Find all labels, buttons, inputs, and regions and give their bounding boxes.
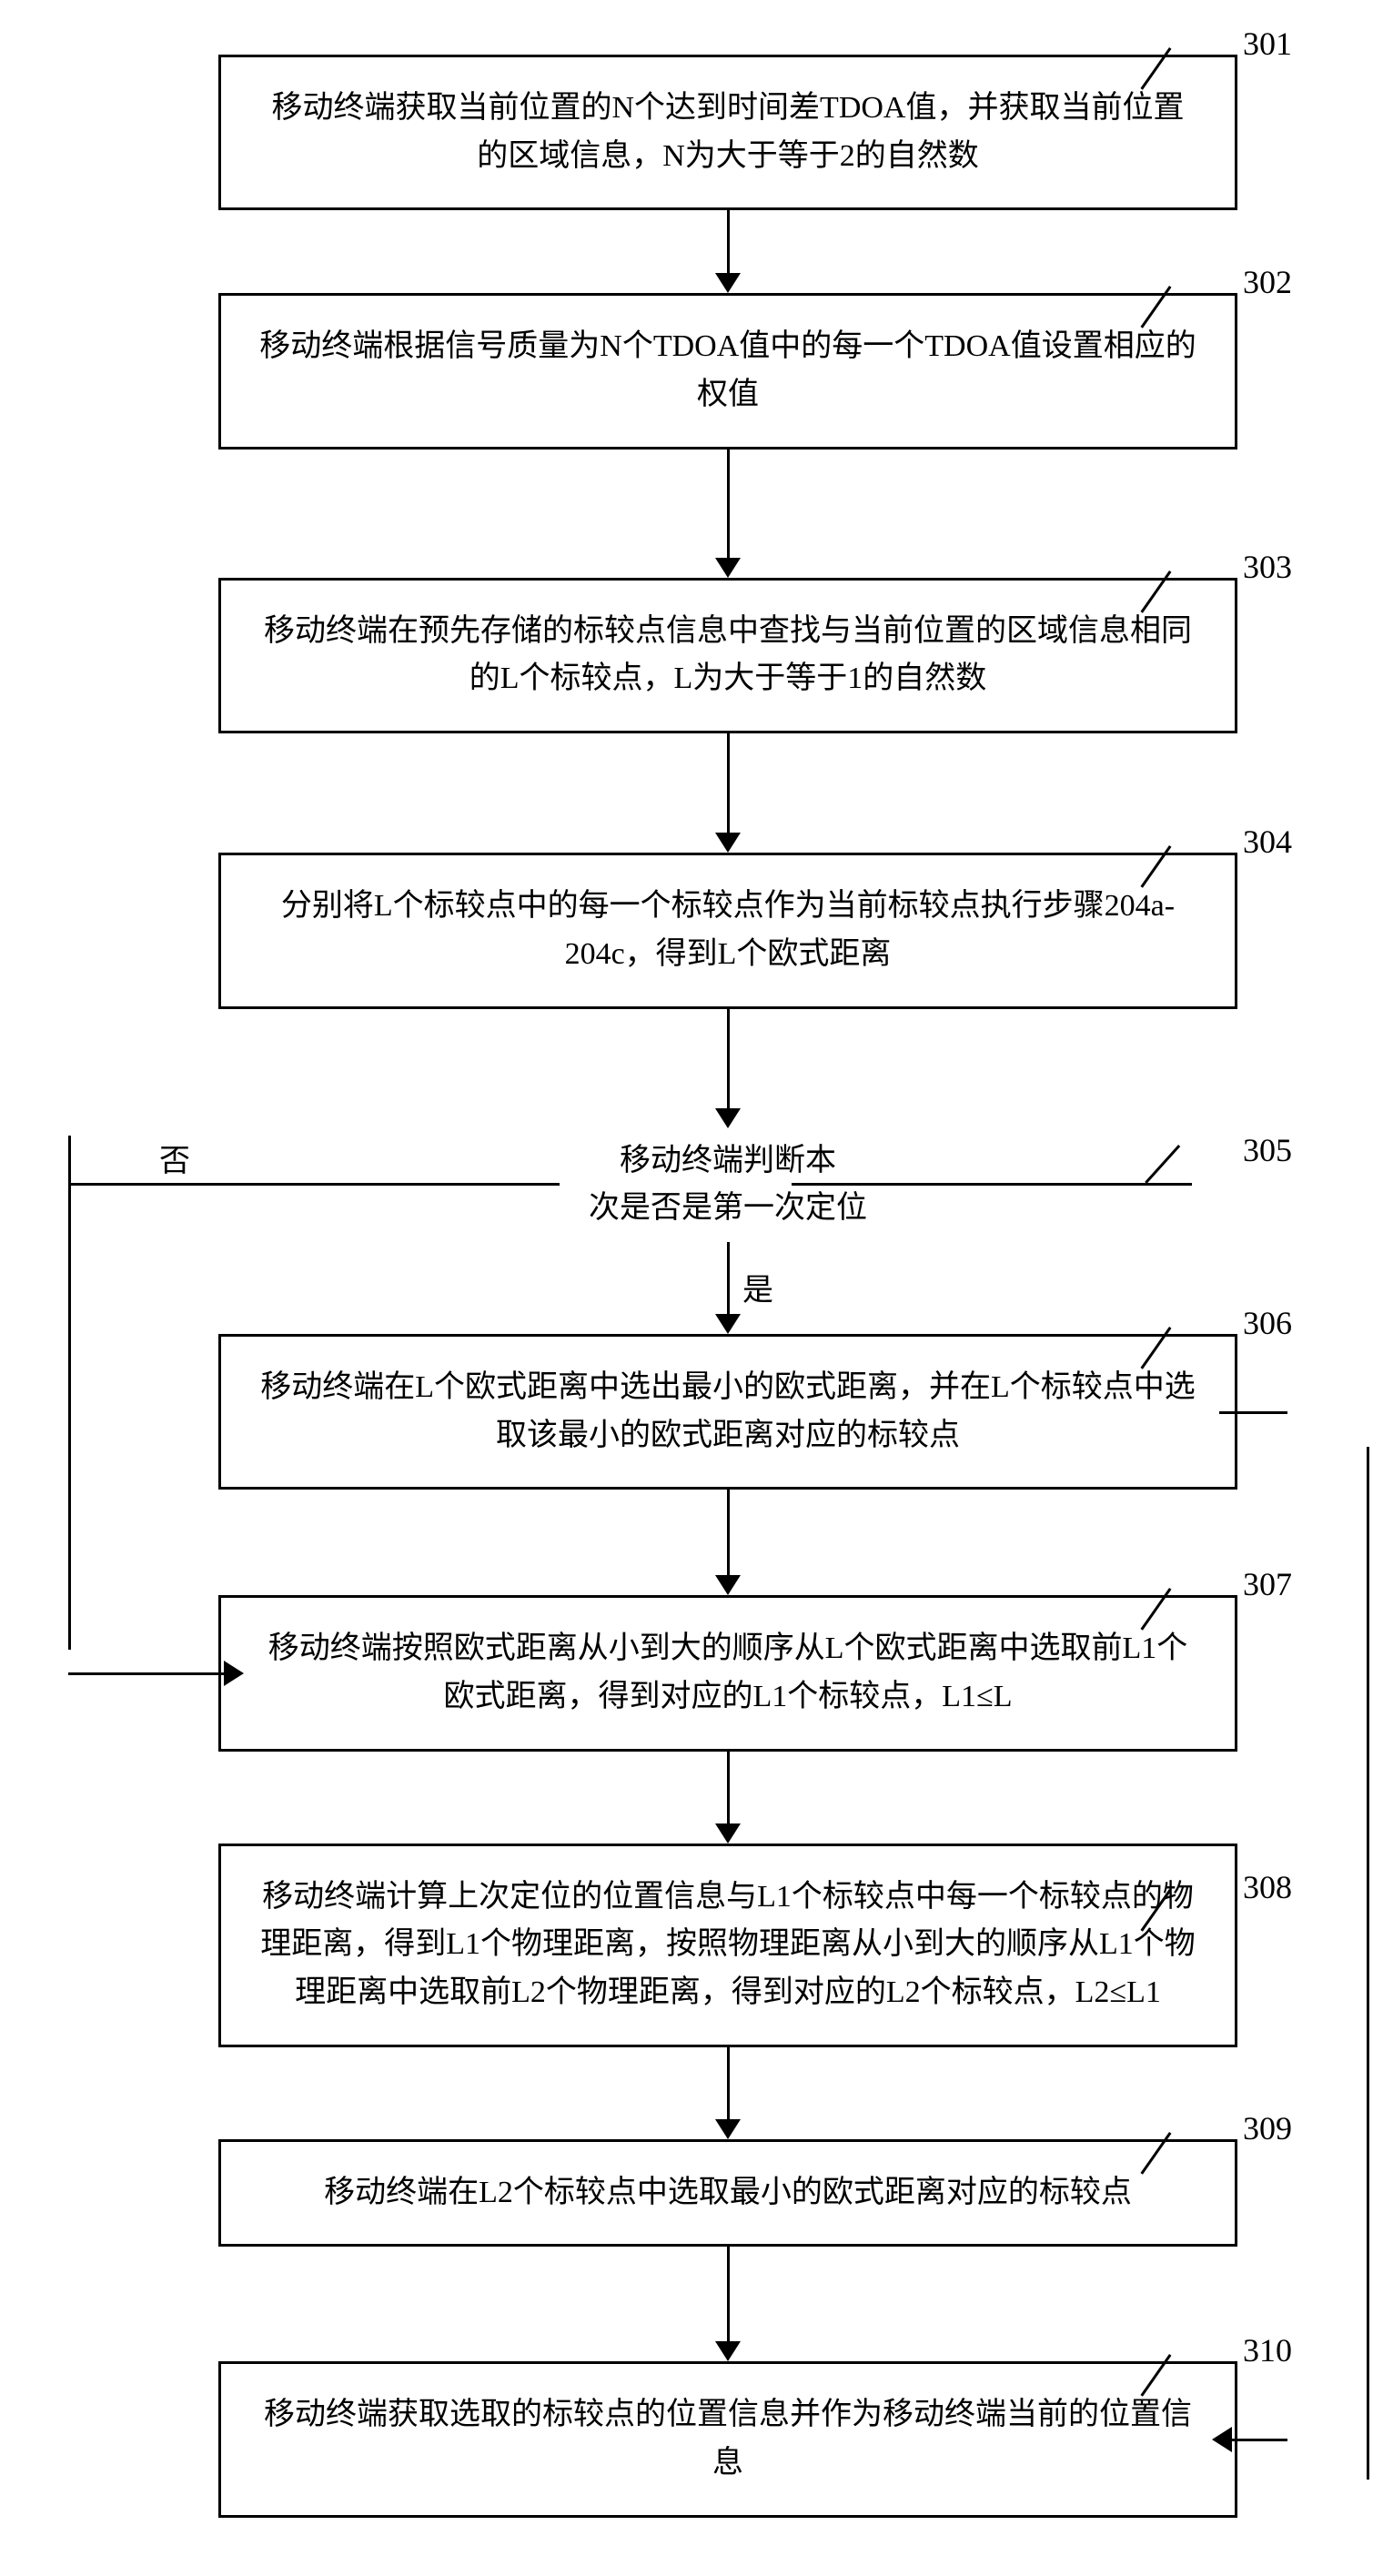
step-309-text: 移动终端在L2个标较点中选取最小的欧式距离对应的标较点	[324, 2176, 1132, 2209]
step-304-box: 分别将L个标较点中的每一个标较点作为当前标较点执行步骤204a-204c，得到L…	[218, 853, 1237, 1008]
step-302-num: 302	[1243, 266, 1292, 298]
step-303-text: 移动终端在预先存储的标较点信息中查找与当前位置的区域信息相同的L个标较点，L为大…	[264, 614, 1192, 696]
step-307-num: 307	[1243, 1568, 1292, 1601]
step-302: 移动终端根据信号质量为N个TDOA值中的每一个TDOA值设置相应的权值 302	[109, 293, 1347, 449]
step-310: 移动终端获取选取的标较点的位置信息并作为移动终端当前的位置信息 310	[109, 2361, 1347, 2517]
step-303-num: 303	[1243, 551, 1292, 583]
step-306-num: 306	[1243, 1307, 1292, 1339]
label-yes: 是	[742, 1265, 773, 1309]
branch-no-arrowhead	[224, 1661, 244, 1686]
arrow-306-307	[715, 1490, 741, 1595]
label-no: 否	[159, 1136, 190, 1180]
branch-no-v	[68, 1136, 71, 1650]
flowchart: 移动终端获取当前位置的N个达到时间差TDOA值，并获取当前位置的区域信息，N为大…	[109, 55, 1347, 2518]
step-307-box: 移动终端按照欧式距离从小到大的顺序从L个欧式距离中选取前L1个欧式距离，得到对应…	[218, 1595, 1237, 1751]
arrow-309-310	[715, 2247, 741, 2361]
arrow-301-302	[715, 210, 741, 293]
step-305-line1: 移动终端判断本	[589, 1137, 867, 1186]
step-301-text: 移动终端获取当前位置的N个达到时间差TDOA值，并获取当前位置的区域信息，N为大…	[272, 91, 1185, 173]
arrow-305-306: 是	[715, 1242, 741, 1334]
step-305-line2: 次是否是第一次定位	[589, 1185, 867, 1233]
step-304-num: 304	[1243, 825, 1292, 858]
return-310-arrowhead	[1212, 2427, 1232, 2452]
step-309: 移动终端在L2个标较点中选取最小的欧式距离对应的标较点 309	[109, 2139, 1347, 2248]
arrow-302-303	[715, 450, 741, 578]
arrow-307-308	[715, 1752, 741, 1844]
step-305-num: 305	[1243, 1134, 1292, 1167]
step-304-text: 分别将L个标较点中的每一个标较点作为当前标较点执行步骤204a-204c，得到L…	[281, 889, 1175, 971]
step-303-box: 移动终端在预先存储的标较点信息中查找与当前位置的区域信息相同的L个标较点，L为大…	[218, 578, 1237, 733]
branch-no-h1	[68, 1183, 560, 1186]
step-303: 移动终端在预先存储的标较点信息中查找与当前位置的区域信息相同的L个标较点，L为大…	[109, 578, 1347, 733]
step-310-text: 移动终端获取选取的标较点的位置信息并作为移动终端当前的位置信息	[264, 2398, 1192, 2480]
step-309-num: 309	[1243, 2112, 1292, 2145]
step-308-num: 308	[1243, 1871, 1292, 1904]
step-302-text: 移动终端根据信号质量为N个TDOA值中的每一个TDOA值设置相应的权值	[259, 329, 1196, 411]
step-301-box: 移动终端获取当前位置的N个达到时间差TDOA值，并获取当前位置的区域信息，N为大…	[218, 55, 1237, 210]
arrow-308-309	[715, 2047, 741, 2139]
step-305-leader-diag	[1145, 1145, 1216, 1216]
step-306-text: 移动终端在L个欧式距离中选出最小的欧式距离，并在L个标较点中选取该最小的欧式距离…	[260, 1370, 1196, 1452]
arrow-304-305	[715, 1009, 741, 1128]
step-310-num: 310	[1243, 2334, 1292, 2367]
return-306-310-v	[1367, 1447, 1369, 2480]
step-310-box: 移动终端获取选取的标较点的位置信息并作为移动终端当前的位置信息	[218, 2361, 1237, 2517]
step-304: 分别将L个标较点中的每一个标较点作为当前标较点执行步骤204a-204c，得到L…	[109, 853, 1347, 1008]
step-306-box: 移动终端在L个欧式距离中选出最小的欧式距离，并在L个标较点中选取该最小的欧式距离…	[218, 1334, 1237, 1490]
step-309-box: 移动终端在L2个标较点中选取最小的欧式距离对应的标较点	[218, 2139, 1237, 2248]
branch-no-h2	[68, 1672, 237, 1675]
step-301-num: 301	[1243, 27, 1292, 60]
step-308: 移动终端计算上次定位的位置信息与L1个标较点中每一个标较点的物理距离，得到L1个…	[109, 1844, 1347, 2047]
return-306-h1	[1219, 1411, 1287, 1414]
step-305-text: 移动终端判断本 次是否是第一次定位	[589, 1128, 867, 1242]
step-307-text: 移动终端按照欧式距离从小到大的顺序从L个欧式距离中选取前L1个欧式距离，得到对应…	[268, 1631, 1188, 1713]
step-308-box: 移动终端计算上次定位的位置信息与L1个标较点中每一个标较点的物理距离，得到L1个…	[218, 1844, 1237, 2047]
step-301: 移动终端获取当前位置的N个达到时间差TDOA值，并获取当前位置的区域信息，N为大…	[109, 55, 1347, 210]
step-308-text: 移动终端计算上次定位的位置信息与L1个标较点中每一个标较点的物理距离，得到L1个…	[260, 1880, 1196, 2009]
step-305-decision: 移动终端判断本 次是否是第一次定位 305 否	[109, 1128, 1347, 1242]
step-306: 移动终端在L个欧式距离中选出最小的欧式距离，并在L个标较点中选取该最小的欧式距离…	[109, 1334, 1347, 1490]
step-302-box: 移动终端根据信号质量为N个TDOA值中的每一个TDOA值设置相应的权值	[218, 293, 1237, 449]
arrow-303-304	[715, 733, 741, 853]
step-307: 移动终端按照欧式距离从小到大的顺序从L个欧式距离中选取前L1个欧式距离，得到对应…	[109, 1595, 1347, 1751]
